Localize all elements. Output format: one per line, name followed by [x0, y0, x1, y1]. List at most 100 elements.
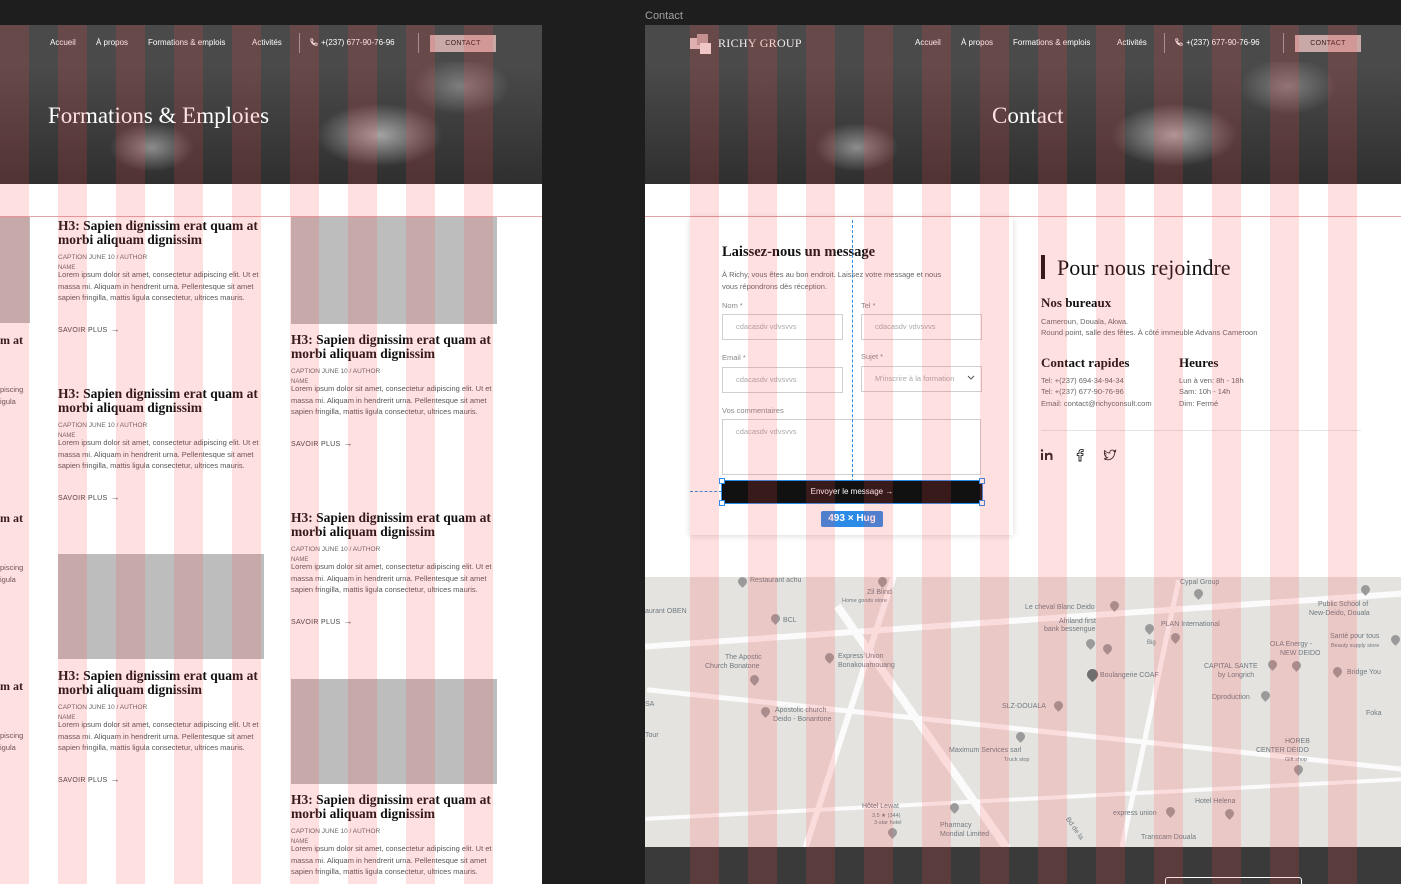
map-label: Cypal Group: [1180, 579, 1220, 586]
footer: [645, 847, 1401, 884]
map-pin-icon[interactable]: [736, 577, 749, 588]
hero-title: Contact: [992, 103, 1064, 128]
resize-handle[interactable]: [719, 478, 725, 484]
map-label: Hotel Helena: [1195, 798, 1236, 805]
card-title[interactable]: H3: Sapien dignissim erat quam at morbi a…: [291, 333, 491, 361]
read-more-link[interactable]: SAVOIR PLUS →: [291, 438, 353, 448]
frame-formations[interactable]: Accueil À propos Formations & emplois Ac…: [0, 25, 542, 884]
nav-link-formations[interactable]: Formations & emplois: [1013, 38, 1090, 47]
nav-link-activites[interactable]: Activités: [252, 38, 282, 47]
contact-button[interactable]: CONTACT: [430, 35, 496, 52]
map-label: Transcam Douala: [1141, 834, 1196, 841]
nav-link-accueil[interactable]: Accueil: [50, 38, 76, 47]
card-title[interactable]: H3: Sapien dignissim erat quam at morbi a…: [58, 219, 258, 247]
map-label: The Apostic: [725, 654, 762, 661]
map-pin-icon[interactable]: [1192, 587, 1205, 600]
nav-link-activites[interactable]: Activités: [1117, 38, 1147, 47]
map-pin-icon[interactable]: [823, 651, 836, 664]
map-pin-icon[interactable]: [1292, 763, 1305, 776]
map-pin-icon[interactable]: [748, 673, 761, 686]
hours-line: Lun à ven: 8h - 18h: [1179, 376, 1244, 385]
map-pin-icon[interactable]: [1331, 665, 1344, 678]
twitter-icon[interactable]: [1103, 448, 1117, 462]
map-pin-icon[interactable]: [1223, 807, 1236, 820]
frame-contact[interactable]: RICHY GROUP Accueil À propos Formations …: [645, 25, 1401, 884]
resize-handle[interactable]: [979, 478, 985, 484]
card-caption: CAPTION JUNE 10 / AUTHOR: [291, 368, 381, 375]
hero-title: Formations & Emploies: [48, 103, 270, 128]
read-more-link[interactable]: SAVOIR PLUS →: [291, 616, 353, 626]
card-title[interactable]: H3: Sapien dignissim erat quam at morbi a…: [58, 669, 258, 697]
frame-label[interactable]: Contact: [645, 10, 683, 22]
card-title-partial: m at: [0, 679, 23, 693]
read-more-link[interactable]: SAVOIR PLUS →: [58, 492, 120, 502]
card-title[interactable]: H3: Sapien dignissim erat quam at morbi a…: [291, 511, 491, 539]
quick-contact-line: Tel: +(237) 677-90-76-96: [1041, 387, 1124, 396]
nav-link-a-propos[interactable]: À propos: [961, 38, 993, 47]
card-title[interactable]: H3: Sapien dignissim erat quam at morbi a…: [291, 793, 491, 821]
contact-button[interactable]: CONTACT: [1295, 35, 1361, 52]
read-more-link[interactable]: SAVOIR PLUS →: [58, 324, 120, 334]
logo-text: RICHY GROUP: [718, 36, 802, 50]
card-body: Lorem ipsum dolor sit amet, consectetur …: [58, 270, 259, 303]
arrow-right-icon: →: [885, 487, 894, 496]
linkedin-icon[interactable]: [1040, 448, 1054, 462]
card-caption: CAPTION JUNE 10 / AUTHOR: [58, 422, 148, 429]
map-label: OLA Energy -: [1270, 641, 1313, 648]
map-label: aurant OBEN: [645, 608, 687, 615]
map-label: Santé pour tous: [1330, 633, 1380, 640]
map-label: Foka: [1366, 710, 1382, 717]
footer-button[interactable]: [1165, 877, 1302, 884]
card-body: Lorem ipsum dolor sit amet, consectetur …: [291, 844, 492, 877]
map-pin-icon[interactable]: [1101, 642, 1114, 655]
quick-contact-email[interactable]: Email: contact@richyconsult.com: [1041, 398, 1152, 410]
spacing-guide: [852, 220, 853, 482]
tel-label: Tel *: [861, 301, 876, 310]
card-title[interactable]: H3: Sapien dignissim erat quam at morbi a…: [58, 387, 258, 415]
map-pin-icon[interactable]: [1259, 689, 1272, 702]
map-pin-icon[interactable]: [1164, 805, 1177, 818]
map-label: Bridge You: [1347, 669, 1381, 676]
map-label: Deido - Bonantone: [773, 716, 832, 723]
read-more-link[interactable]: SAVOIR PLUS →: [58, 774, 120, 784]
tel-input[interactable]: cdacasdv vdvsvvs: [861, 314, 982, 340]
map-pin-icon[interactable]: [1169, 631, 1182, 644]
resize-handle[interactable]: [719, 500, 725, 506]
size-badge: 493 × Hug: [821, 511, 883, 527]
map-label: HOREB: [1285, 738, 1310, 745]
map-label: Zil Blind: [867, 589, 892, 596]
card-body: Lorem ipsum dolor sit amet, consectetur …: [58, 720, 259, 753]
map-pin-icon[interactable]: [769, 612, 782, 625]
map-label: Le cheval Blanc Deido: [1025, 604, 1095, 611]
map-pin-icon[interactable]: [1084, 637, 1097, 650]
email-input[interactable]: cdacasdv vdvsvvs: [722, 367, 843, 393]
quick-contact-line: Tel: +(237) 694-34-94-34: [1041, 376, 1124, 385]
send-message-button[interactable]: Envoyer le message →: [721, 480, 983, 504]
map-pin-icon[interactable]: [759, 705, 772, 718]
map-pin-icon[interactable]: [1143, 622, 1156, 635]
nav-divider: [1164, 33, 1165, 53]
nav-link-a-propos[interactable]: À propos: [96, 38, 128, 47]
map-pin-icon[interactable]: [1084, 666, 1101, 683]
nav-phone[interactable]: +(237) 677-90-76-96: [309, 38, 395, 47]
map-pin-icon[interactable]: [886, 826, 899, 839]
map-pin-icon[interactable]: [1389, 633, 1401, 646]
nav-phone-number: +(237) 677-90-76-96: [1186, 38, 1260, 47]
facebook-icon[interactable]: [1073, 448, 1087, 462]
nom-input[interactable]: cdacasdv vdvsvvs: [722, 314, 843, 340]
resize-handle[interactable]: [979, 500, 985, 506]
offices-line: Round point, salle des fêtes. À côté imm…: [1041, 328, 1258, 337]
map-pin-icon[interactable]: [1052, 699, 1065, 712]
phone-icon: [310, 38, 318, 46]
sujet-select[interactable]: M'inscrire à la formation: [861, 366, 982, 392]
sujet-select-value: M'inscrire à la formation: [875, 374, 955, 383]
arrow-right-icon: →: [343, 438, 353, 448]
location-map[interactable]: Restaurant achu Zil Blind Home goods sto…: [645, 577, 1401, 847]
map-pin-icon[interactable]: [1266, 658, 1279, 671]
nav-link-accueil[interactable]: Accueil: [915, 38, 941, 47]
map-pin-icon[interactable]: [1290, 659, 1303, 672]
map-label: New-Deido, Douala: [1309, 610, 1370, 617]
nav-link-formations[interactable]: Formations & emplois: [148, 38, 225, 47]
comments-label: Vos commentaires: [722, 406, 784, 415]
nav-phone[interactable]: +(237) 677-90-76-96: [1174, 38, 1260, 47]
